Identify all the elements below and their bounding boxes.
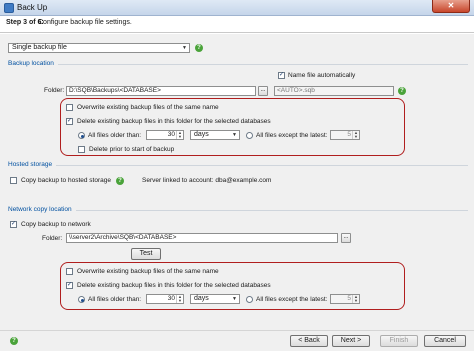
help-icon[interactable]: ?: [10, 337, 18, 345]
delete-prior-checkbox[interactable]: [78, 146, 85, 153]
divider: [56, 165, 468, 166]
network-older-unit-select[interactable]: days ▼: [190, 294, 240, 304]
network-older-than-label: All files older than:: [88, 296, 142, 303]
hosted-copy-label: Copy backup to hosted storage: [21, 177, 111, 184]
network-delete-existing-checkbox[interactable]: ✓: [66, 282, 73, 289]
delete-existing-checkbox[interactable]: ✓: [66, 118, 73, 125]
window-title: Back Up: [17, 3, 48, 12]
divider: [58, 64, 468, 65]
network-overwrite-label: Overwrite existing backup files of the s…: [77, 268, 219, 275]
wizard-header: Step 3 of 6: Configure backup file setti…: [0, 16, 474, 33]
chevron-down-icon: ▼: [182, 45, 187, 51]
cancel-button[interactable]: Cancel: [424, 335, 466, 347]
title-bar: Back Up ✕: [0, 0, 474, 16]
network-older-than-spinner[interactable]: 30 ▲ ▼: [146, 294, 184, 304]
folder-label: Folder:: [44, 87, 65, 94]
network-except-latest-label: All files except the latest:: [256, 296, 328, 303]
network-copy-label: Copy backup to network: [21, 221, 91, 228]
delete-prior-label: Delete prior to start of backup: [89, 146, 175, 153]
spinner-arrows-icon: ▲ ▼: [352, 295, 359, 303]
help-icon[interactable]: ?: [116, 177, 124, 185]
back-button[interactable]: < Back: [290, 335, 328, 347]
older-than-label: All files older than:: [88, 132, 142, 139]
spinner-arrows-icon: ▲ ▼: [352, 131, 359, 139]
section-hosted-storage: Hosted storage: [8, 161, 53, 168]
hosted-account-text: Server linked to account: dba@example.co…: [142, 177, 272, 184]
chevron-down-icon: ▼: [232, 132, 237, 138]
older-unit-select[interactable]: days ▼: [190, 130, 240, 140]
close-button[interactable]: ✕: [432, 0, 470, 13]
browse-button[interactable]: ...: [258, 86, 268, 96]
spinner-arrows-icon: ▲ ▼: [176, 295, 183, 303]
name-auto-label: Name file automatically: [288, 72, 356, 79]
overwrite-checkbox[interactable]: [66, 104, 73, 111]
backup-type-select[interactable]: Single backup file ▼: [8, 43, 190, 53]
browse-button[interactable]: ...: [341, 233, 351, 243]
spinner-arrows-icon: ▲ ▼: [176, 131, 183, 139]
except-latest-label: All files except the latest:: [256, 132, 328, 139]
network-overwrite-checkbox[interactable]: [66, 268, 73, 275]
chevron-down-icon: ▼: [232, 296, 237, 302]
older-than-radio[interactable]: [78, 132, 85, 139]
overwrite-label: Overwrite existing backup files of the s…: [77, 104, 219, 111]
backup-type-value: Single backup file: [12, 44, 67, 51]
wizard-footer: ? < Back Next > Finish Cancel: [0, 330, 474, 351]
help-icon[interactable]: ?: [195, 44, 203, 52]
next-button[interactable]: Next >: [332, 335, 370, 347]
test-button[interactable]: Test: [131, 248, 161, 260]
hosted-copy-checkbox[interactable]: [10, 177, 17, 184]
network-folder-label: Folder:: [42, 235, 63, 242]
except-latest-radio[interactable]: [246, 132, 253, 139]
network-older-than-radio[interactable]: [78, 296, 85, 303]
app-icon: [4, 3, 14, 13]
step-description: Configure backup file settings.: [38, 19, 132, 26]
network-delete-existing-label: Delete existing backup files in this fol…: [77, 282, 271, 289]
finish-button[interactable]: Finish: [380, 335, 418, 347]
divider: [76, 210, 468, 211]
name-auto-checkbox[interactable]: ✓: [278, 72, 285, 79]
delete-existing-label: Delete existing backup files in this fol…: [77, 118, 271, 125]
section-backup-location: Backup location: [8, 60, 54, 67]
network-folder-input[interactable]: \\server2\Archive\SQB\<DATABASE>: [66, 233, 338, 243]
help-icon[interactable]: ?: [398, 87, 406, 95]
file-name-input[interactable]: <AUTO>.sqb: [274, 86, 394, 96]
older-than-spinner[interactable]: 30 ▲ ▼: [146, 130, 184, 140]
section-network-copy: Network copy location: [8, 206, 72, 213]
except-latest-spinner[interactable]: 5 ▲ ▼: [330, 130, 360, 140]
network-except-latest-radio[interactable]: [246, 296, 253, 303]
network-except-latest-spinner[interactable]: 5 ▲ ▼: [330, 294, 360, 304]
network-copy-checkbox[interactable]: ✓: [10, 221, 17, 228]
folder-input[interactable]: D:\SQB\Backups\<DATABASE>: [66, 86, 256, 96]
